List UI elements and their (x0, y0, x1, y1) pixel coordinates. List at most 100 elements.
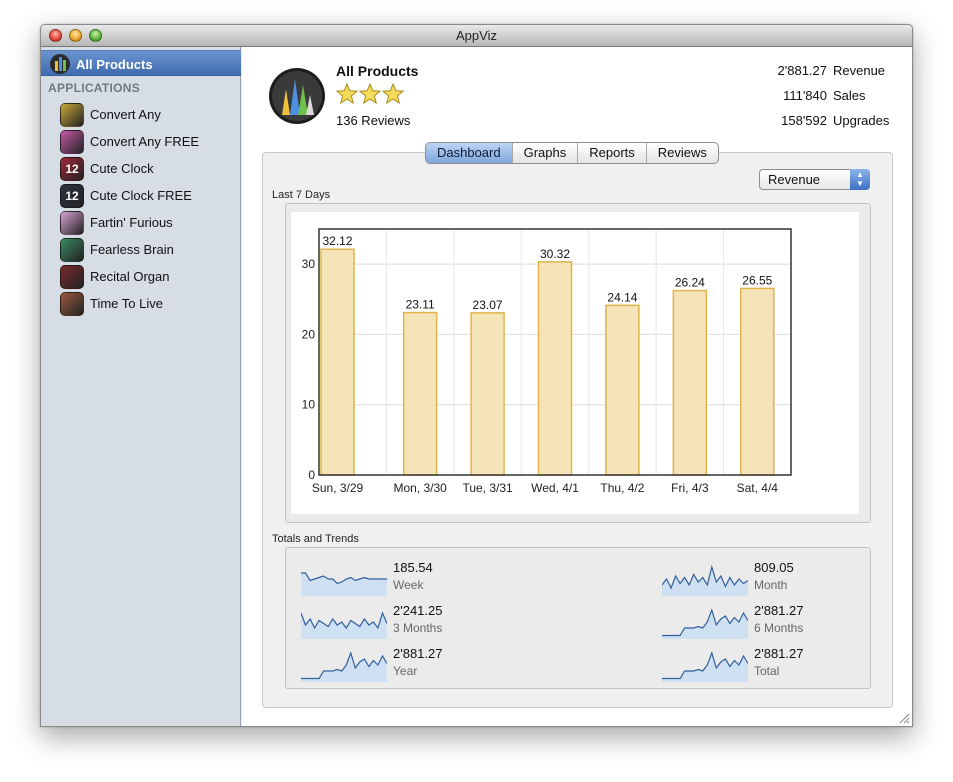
x-tick-label: Sat, 4/4 (737, 481, 779, 495)
trend-period-label: Total (754, 664, 780, 678)
sidebar-item-all-products[interactable]: All Products (41, 50, 241, 76)
all-products-icon (50, 54, 70, 74)
trend-value: 2'881.27 (393, 646, 443, 661)
sidebar-item-label: Time To Live (90, 296, 163, 311)
trend-period-label: 3 Months (393, 621, 443, 635)
sidebar-item-label: Recital Organ (90, 269, 170, 284)
bar-value-label: 30.32 (540, 247, 570, 261)
x-tick-label: Wed, 4/1 (531, 481, 579, 495)
sidebar-app-item[interactable]: Time To Live (41, 290, 241, 317)
y-tick-label: 0 (308, 468, 315, 482)
trend-value: 2'241.25 (393, 603, 443, 618)
x-tick-label: Sun, 3/29 (312, 481, 364, 495)
bar-chart-svg: 32.12 Sun, 3/29 23.11 Mon, 3/30 23.07 Tue, 3/… (302, 228, 792, 495)
sparkline (662, 651, 748, 682)
trend-period-label: Month (754, 578, 788, 592)
tab-dashboard[interactable]: Dashboard (426, 143, 512, 163)
bar-value-label: 24.14 (607, 290, 637, 304)
sidebar-app-item[interactable]: Fartin' Furious (41, 209, 241, 236)
sparkline (301, 572, 387, 596)
sidebar-app-item[interactable]: Fearless Brain (41, 236, 241, 263)
window-title: AppViz (456, 28, 497, 43)
bar (537, 261, 573, 476)
x-tick-label: Fri, 4/3 (671, 481, 709, 495)
sparkline-area (301, 573, 387, 596)
y-tick-label: 20 (302, 327, 316, 341)
tab-reports[interactable]: Reports (577, 143, 646, 163)
sidebar-app-item[interactable]: 12 Cute Clock (41, 155, 241, 182)
x-tick-label: Thu, 4/2 (600, 481, 644, 495)
product-stat: 111'840 Sales (783, 88, 893, 103)
stat-label: Revenue (833, 63, 886, 78)
convert-any-free-app-icon (60, 130, 84, 154)
product-title: All Products (336, 63, 419, 79)
product-stat: 158'592 Upgrades (781, 113, 893, 128)
cute-clock-free-app-icon: 12 (60, 184, 84, 208)
sparkline (301, 651, 387, 682)
sparkline (662, 608, 748, 639)
trend-period-label: 6 Months (754, 621, 804, 635)
sidebar: All Products APPLICATIONS Convert Any Con… (41, 47, 241, 726)
reviews-count: 136 Reviews (336, 113, 411, 128)
rating-stars (336, 83, 404, 105)
sidebar-item-label: Fartin' Furious (90, 215, 173, 230)
metric-select-value: Revenue (768, 172, 821, 187)
trend-value: 2'881.27 (754, 603, 804, 618)
tab-graphs[interactable]: Graphs (511, 143, 578, 163)
sidebar-item-label: Convert Any FREE (90, 134, 200, 149)
all-products-logo-icon (269, 68, 325, 124)
trend-period-label: Week (393, 578, 424, 592)
resize-grip-icon[interactable] (899, 713, 910, 724)
bar-value-label: 23.11 (406, 298, 435, 312)
fartin-furious-app-icon (60, 211, 84, 235)
sidebar-app-item[interactable]: Convert Any (41, 101, 241, 128)
stat-label: Upgrades (833, 113, 890, 128)
view-tabs: Dashboard Graphs Reports Reviews (425, 142, 719, 164)
last-7-days-group: 32.12 Sun, 3/29 23.11 Mon, 3/30 23.07 Tue, 3/… (285, 203, 871, 523)
bar (320, 248, 355, 476)
applications-section-header: APPLICATIONS (48, 81, 141, 95)
main-panel: All Products 136 Reviews 2'881.27 Revenue… (242, 47, 912, 726)
trend-period-label: Year (393, 664, 418, 678)
sparkline (662, 564, 748, 596)
y-tick-label: 10 (302, 398, 316, 412)
dashboard-panel: Revenue ▲ ▼ Last 7 Days 32.12 Sun, 3/29 23.… (262, 152, 893, 708)
star-icon (382, 83, 404, 105)
cute-clock-app-icon: 12 (60, 157, 84, 181)
totals-and-trends-group: 185.54 Week 809.05 Month 2'241.25 3 Months 2'8… (285, 547, 871, 689)
title-bar[interactable]: AppViz (41, 25, 912, 47)
stat-label: Sales (833, 88, 866, 103)
bar-value-label: 26.24 (675, 276, 705, 290)
last-7-days-label: Last 7 Days (272, 189, 331, 201)
y-tick-label: 30 (302, 257, 316, 271)
sidebar-item-label: All Products (76, 57, 153, 72)
sidebar-app-item[interactable]: 12 Cute Clock FREE (41, 182, 241, 209)
star-icon (359, 83, 381, 105)
trend-value: 809.05 (754, 560, 794, 575)
select-arrows-icon: ▲ ▼ (850, 169, 870, 190)
bar-value-label: 23.07 (473, 298, 503, 312)
bar (605, 304, 640, 476)
sidebar-item-label: Convert Any (90, 107, 161, 122)
sidebar-item-label: Cute Clock FREE (90, 188, 192, 203)
fearless-brain-app-icon (60, 238, 84, 262)
product-stat: 2'881.27 Revenue (778, 63, 893, 78)
tab-reviews[interactable]: Reviews (645, 143, 718, 163)
x-tick-label: Tue, 3/31 (462, 481, 513, 495)
app-window: AppViz All Products APPLICATIONS Convert… (40, 24, 913, 727)
star-icon (336, 83, 358, 105)
sidebar-app-item[interactable]: Convert Any FREE (41, 128, 241, 155)
convert-any-app-icon (60, 103, 84, 127)
bar (672, 289, 708, 476)
bar (402, 311, 438, 476)
bar (740, 287, 775, 476)
sidebar-item-label: Fearless Brain (90, 242, 174, 257)
stat-value: 158'592 (781, 113, 827, 128)
totals-and-trends-label: Totals and Trends (272, 533, 359, 545)
stat-value: 111'840 (783, 88, 827, 103)
sparkline (301, 611, 387, 639)
sidebar-app-item[interactable]: Recital Organ (41, 263, 241, 290)
time-to-live-app-icon (60, 292, 84, 316)
metric-select[interactable]: Revenue ▲ ▼ (759, 169, 870, 190)
x-tick-label: Mon, 3/30 (393, 481, 447, 495)
